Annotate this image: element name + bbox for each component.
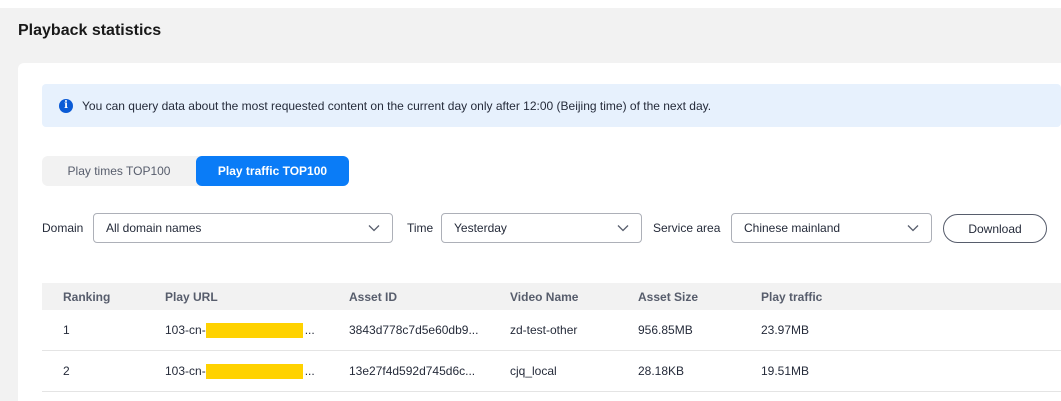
tab-play-traffic-top100[interactable]: Play traffic TOP100 [196, 156, 349, 186]
cell-video-name: cjq_local [510, 364, 557, 378]
column-header-play-url: Play URL [165, 289, 218, 304]
info-notice: i You can query data about the most requ… [42, 84, 1061, 127]
column-header-asset-id: Asset ID [349, 289, 398, 304]
cell-ranking: 2 [63, 364, 70, 378]
chevron-down-icon [617, 225, 629, 232]
time-select[interactable]: Yesterday [441, 213, 642, 243]
table-header: Ranking Play URL Asset ID Video Name Ass… [42, 283, 1061, 310]
table-row: 1 103-cn- ... 3843d778c7d5e60db9... zd-t… [42, 310, 1061, 351]
cell-play-url[interactable]: 103-cn- ... [150, 322, 333, 338]
domain-select-value: All domain names [106, 221, 202, 235]
download-button[interactable]: Download [943, 214, 1047, 243]
table-row: 2 103-cn- ... 13e27f4d592d745d6c... cjq_… [42, 351, 1061, 392]
url-prefix: 103-cn- [165, 323, 206, 337]
cell-asset-id: 3843d778c7d5e60db9... [349, 323, 479, 337]
tab-group: Play times TOP100 Play traffic TOP100 [42, 156, 349, 186]
cell-asset-id: 13e27f4d592d745d6c... [349, 364, 476, 378]
column-header-play-traffic: Play traffic [761, 289, 823, 304]
domain-label: Domain [42, 221, 84, 235]
redaction-block [205, 322, 303, 338]
time-select-value: Yesterday [454, 221, 507, 235]
chevron-down-icon [907, 225, 919, 232]
service-area-label: Service area [653, 221, 721, 235]
cell-play-url[interactable]: 103-cn- ... [150, 363, 333, 379]
content-card: i You can query data about the most requ… [18, 63, 1061, 401]
cell-ranking: 1 [63, 323, 70, 337]
url-ellipsis: ... [304, 323, 315, 337]
page-title: Playback statistics [18, 22, 162, 39]
url-prefix: 103-cn- [165, 364, 206, 378]
cell-video-name: zd-test-other [510, 323, 578, 337]
tab-play-times-top100[interactable]: Play times TOP100 [42, 156, 196, 186]
cell-asset-size: 956.85MB [638, 323, 693, 337]
notice-text: You can query data about the most reques… [82, 98, 712, 113]
cell-asset-size: 28.18KB [638, 364, 685, 378]
column-header-video-name: Video Name [510, 289, 579, 304]
cell-play-traffic: 23.97MB [761, 323, 810, 337]
info-icon: i [59, 98, 73, 113]
top-strip [0, 0, 1061, 8]
time-label: Time [407, 221, 434, 235]
chevron-down-icon [368, 225, 380, 232]
domain-select[interactable]: All domain names [93, 213, 393, 243]
column-header-asset-size: Asset Size [638, 289, 699, 304]
service-area-select-value: Chinese mainland [744, 221, 841, 235]
service-area-select[interactable]: Chinese mainland [731, 213, 932, 243]
cell-play-traffic: 19.51MB [761, 364, 810, 378]
column-header-ranking: Ranking [63, 289, 111, 304]
redaction-block [205, 363, 303, 379]
url-ellipsis: ... [304, 364, 315, 378]
statistics-table: Ranking Play URL Asset ID Video Name Ass… [42, 283, 1061, 392]
